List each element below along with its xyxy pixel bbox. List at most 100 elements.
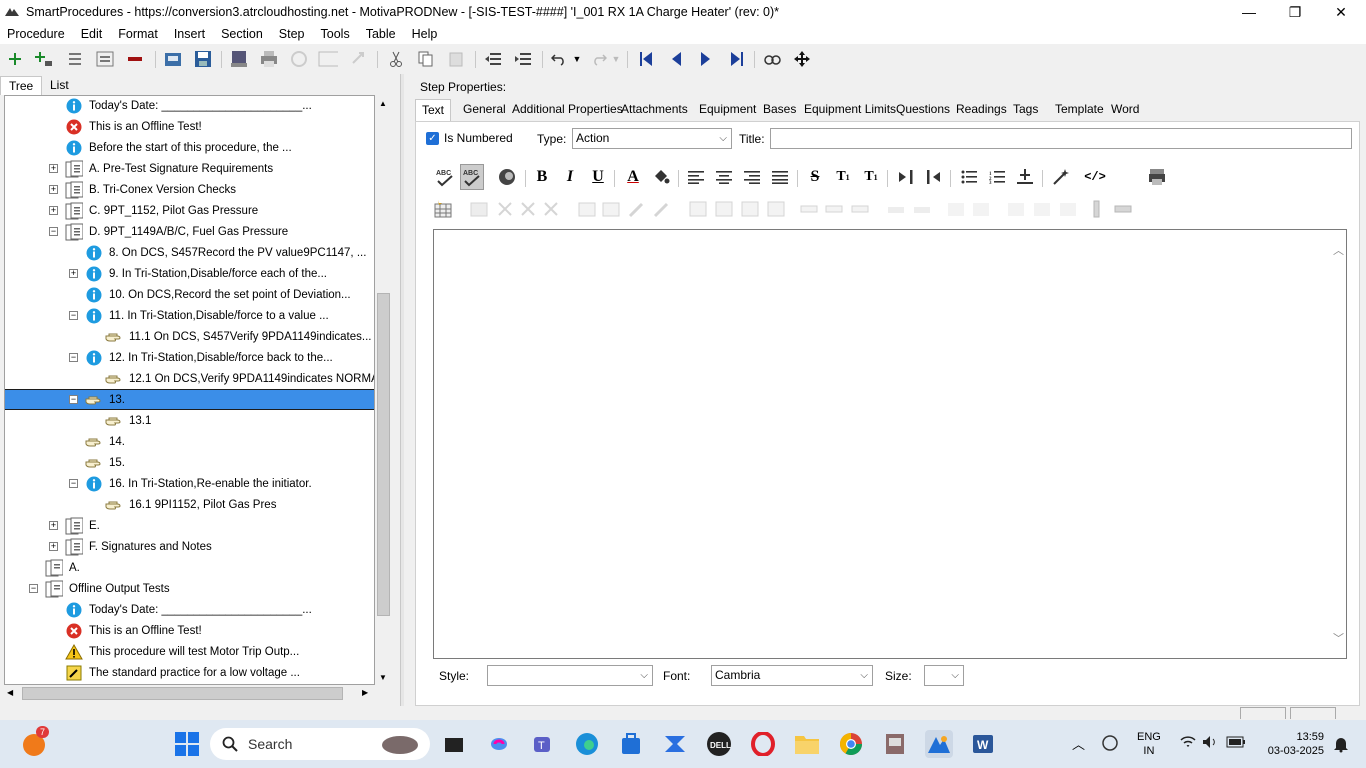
tree-item[interactable]: This is an Offline Test!: [5, 116, 374, 137]
last-icon[interactable]: [727, 49, 747, 69]
remote-app-icon[interactable]: [881, 730, 909, 758]
tab-tree[interactable]: Tree: [0, 76, 43, 95]
tab-attachments[interactable]: Attachments: [615, 99, 694, 121]
italic-icon[interactable]: I: [558, 164, 582, 190]
share-icon[interactable]: [349, 49, 369, 69]
insert-column-right-icon[interactable]: [715, 200, 733, 218]
magic-wand-icon[interactable]: [1049, 164, 1073, 190]
tree-item[interactable]: This is an Offline Test!: [5, 620, 374, 641]
expand-icon[interactable]: +: [49, 185, 58, 194]
insert-row-below-icon[interactable]: [767, 200, 785, 218]
insert-table-icon[interactable]: [434, 200, 452, 218]
expand-icon[interactable]: +: [49, 521, 58, 530]
tab-equipment[interactable]: Equipment: [693, 99, 762, 121]
first-icon[interactable]: [636, 49, 656, 69]
tab-text[interactable]: Text: [415, 99, 452, 121]
add-child-icon[interactable]: [34, 49, 54, 69]
align-center-icon[interactable]: [712, 164, 736, 190]
horizontal-scroll-thumb[interactable]: [22, 687, 343, 700]
smartprocedures-taskbar-icon[interactable]: [925, 730, 953, 758]
redo-dropdown-icon[interactable]: ▼: [606, 49, 626, 69]
menu-tools[interactable]: Tools: [321, 27, 350, 41]
indent-list-icon[interactable]: [65, 49, 85, 69]
subscript-icon[interactable]: T1: [859, 164, 883, 190]
edge-icon[interactable]: [573, 730, 601, 758]
collapse-icon[interactable]: −: [69, 353, 78, 362]
expand-icon[interactable]: +: [49, 542, 58, 551]
menu-edit[interactable]: Edit: [81, 27, 103, 41]
task-view-icon[interactable]: [440, 730, 468, 758]
underline-icon[interactable]: U: [586, 164, 610, 190]
copy-icon[interactable]: [416, 49, 436, 69]
valign-bottom-icon[interactable]: [1059, 200, 1077, 218]
expand-icon[interactable]: +: [49, 164, 58, 173]
insert-column-left-icon[interactable]: [689, 200, 707, 218]
delete-table-icon[interactable]: [496, 200, 514, 218]
superscript-icon[interactable]: T1: [831, 164, 855, 190]
tree-item[interactable]: − 16. In Tri-Station,Re-enable the initia…: [5, 473, 374, 494]
tree-item[interactable]: − 13.: [5, 389, 374, 410]
dell-icon[interactable]: DELL: [705, 730, 733, 758]
teams-icon[interactable]: T: [529, 730, 557, 758]
delete-column-icon[interactable]: [542, 200, 560, 218]
step-text-editor[interactable]: ︿ ﹀: [433, 229, 1347, 659]
font-select[interactable]: Cambria ⌵: [711, 665, 873, 686]
tray-overflow-icon[interactable]: ︿: [1072, 734, 1085, 753]
autospell-icon[interactable]: ABC: [460, 164, 484, 190]
text-box-icon[interactable]: [1088, 200, 1106, 218]
next-icon[interactable]: [696, 49, 716, 69]
align-left-icon[interactable]: [684, 164, 708, 190]
save-icon[interactable]: [193, 49, 213, 69]
opera-icon[interactable]: [749, 730, 777, 758]
delete-icon[interactable]: [125, 49, 145, 69]
delete-row-icon[interactable]: [519, 200, 537, 218]
input-field-icon[interactable]: [1114, 200, 1132, 218]
menu-insert[interactable]: Insert: [174, 27, 205, 41]
collapse-icon[interactable]: −: [69, 311, 78, 320]
scroll-down-icon[interactable]: ▼: [379, 673, 387, 682]
tree-item[interactable]: 13.1: [5, 410, 374, 431]
scroll-left-icon[interactable]: ◀: [7, 688, 13, 697]
tab-word[interactable]: Word: [1105, 99, 1145, 121]
type-select[interactable]: Action ⌵: [572, 128, 732, 149]
copilot-icon[interactable]: [485, 730, 513, 758]
weather-widget-icon[interactable]: 7: [20, 726, 50, 758]
numbered-list-icon[interactable]: 123: [985, 164, 1009, 190]
editor-scroll-down-icon[interactable]: ﹀: [1333, 630, 1344, 646]
collapse-icon[interactable]: −: [69, 479, 78, 488]
collapse-icon[interactable]: −: [29, 584, 38, 593]
add-icon[interactable]: [5, 49, 25, 69]
tree-horizontal-scrollbar[interactable]: ◀ ▶: [4, 685, 375, 702]
power-automate-icon[interactable]: [661, 730, 689, 758]
style-select[interactable]: ⌵: [487, 665, 653, 686]
tree-item[interactable]: 16.1 9PI1152, Pilot Gas Pres: [5, 494, 374, 515]
cell-format-icon[interactable]: [653, 200, 671, 218]
cell-grid-icon[interactable]: [578, 200, 596, 218]
language-indicator[interactable]: ENG IN: [1137, 730, 1161, 758]
tree-vertical-scrollbar[interactable]: ▲ ▼: [375, 95, 392, 685]
find-icon[interactable]: [762, 49, 782, 69]
expand-icon[interactable]: +: [69, 269, 78, 278]
tree-item[interactable]: + A. Pre-Test Signature Requirements: [5, 158, 374, 179]
tree-item[interactable]: This procedure will test Motor Trip Outp…: [5, 641, 374, 662]
font-color-icon[interactable]: A: [621, 164, 645, 190]
tree-item[interactable]: Today's Date: ______________________...: [5, 96, 374, 116]
scroll-right-icon[interactable]: ▶: [362, 688, 368, 697]
menu-procedure[interactable]: Procedure: [7, 27, 65, 41]
minimize-button[interactable]: —: [1226, 0, 1272, 24]
print-icon[interactable]: [259, 49, 279, 69]
bullet-list-icon[interactable]: [957, 164, 981, 190]
tree-item[interactable]: − D. 9PT_1149A/B/C, Fuel Gas Pressure: [5, 221, 374, 242]
file-explorer-icon[interactable]: [793, 730, 821, 758]
tab-questions[interactable]: Questions: [890, 99, 956, 121]
taskbar-search[interactable]: Search: [210, 728, 430, 760]
paste-icon[interactable]: [446, 49, 466, 69]
valign-top-icon[interactable]: [1007, 200, 1025, 218]
volume-icon[interactable]: [1202, 735, 1218, 752]
expand-icon[interactable]: +: [49, 206, 58, 215]
tree-item[interactable]: − 12. In Tri-Station,Disable/force back t…: [5, 347, 374, 368]
increase-indent-icon[interactable]: [894, 164, 918, 190]
spellcheck-icon[interactable]: ABC: [433, 164, 457, 190]
tree-item[interactable]: 10. On DCS,Record the set point of Devia…: [5, 284, 374, 305]
print-preview-icon[interactable]: [1145, 164, 1169, 190]
